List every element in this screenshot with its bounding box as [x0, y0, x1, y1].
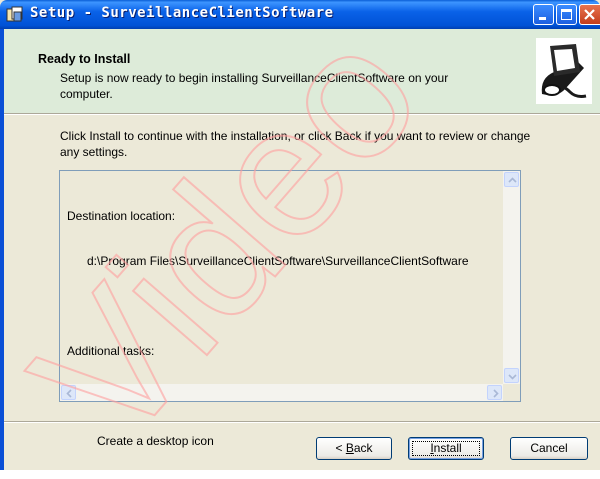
minimize-button[interactable]	[533, 4, 554, 25]
back-label: ack	[353, 441, 373, 455]
chevron-down-icon	[508, 374, 517, 380]
instruction-text: Click Install to continue with the insta…	[60, 129, 531, 159]
horizontal-scrollbar[interactable]	[60, 384, 503, 401]
page-subtitle: Setup is now ready to begin installing S…	[60, 71, 449, 101]
memo-line: d:\Program Files\SurveillanceClientSoftw…	[67, 254, 469, 268]
chevron-right-icon	[493, 389, 499, 398]
footer-separator	[4, 421, 600, 423]
setup-app-icon	[6, 6, 23, 22]
memo-line: Additional tasks:	[67, 344, 155, 358]
focus-rectangle	[412, 441, 480, 456]
page-title: Ready to Install	[38, 52, 131, 66]
vertical-scrollbar[interactable]	[503, 171, 520, 384]
window-title: Setup - SurveillanceClientSoftware	[30, 5, 334, 21]
scroll-left-button[interactable]	[61, 385, 76, 400]
chevron-up-icon	[508, 177, 517, 183]
maximize-icon	[561, 9, 572, 20]
install-wizard-icon	[536, 38, 592, 104]
setup-window: Setup - SurveillanceClientSoftware Ready…	[0, 0, 600, 470]
scrollbar-corner	[503, 384, 520, 401]
scroll-up-button[interactable]	[504, 172, 519, 187]
header-separator	[4, 113, 600, 115]
maximize-button[interactable]	[556, 4, 577, 25]
summary-text: Destination location: d:\Program Files\S…	[67, 179, 469, 479]
cancel-button[interactable]: Cancel	[510, 437, 588, 460]
chevron-left-icon	[66, 389, 72, 398]
back-prefix: <	[335, 441, 346, 455]
memo-line	[67, 299, 469, 314]
minimize-icon	[539, 17, 546, 20]
title-bar[interactable]: Setup - SurveillanceClientSoftware	[0, 0, 600, 29]
close-icon	[584, 9, 595, 20]
back-button[interactable]: < Back	[316, 437, 392, 460]
back-mnemonic: B	[345, 441, 354, 455]
scroll-down-button[interactable]	[504, 368, 519, 383]
close-button[interactable]	[579, 4, 600, 25]
install-button[interactable]: Install	[408, 437, 484, 460]
memo-line: Destination location:	[67, 209, 176, 223]
summary-memo[interactable]: Destination location: d:\Program Files\S…	[59, 170, 521, 448]
scroll-right-button[interactable]	[487, 385, 502, 400]
